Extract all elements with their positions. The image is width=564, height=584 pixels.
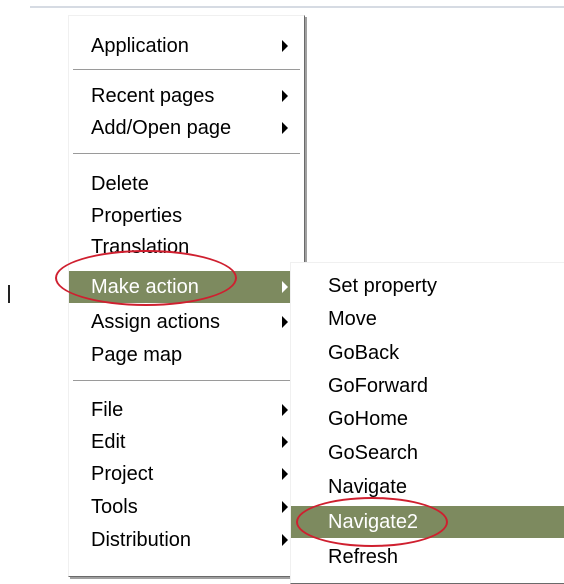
menu-item-label: Add/Open page	[91, 116, 232, 139]
submenu-arrow-icon	[282, 40, 288, 52]
menu-item-file[interactable]: File	[69, 394, 304, 426]
menu-item-label: Page map	[91, 343, 183, 366]
menu-item-tools[interactable]: Tools	[69, 491, 304, 523]
menu-item-label: Set property	[328, 274, 437, 297]
submenu-item-set-property[interactable]: Set property	[291, 270, 564, 302]
submenu-arrow-icon	[282, 316, 288, 328]
menu-item-label: Assign actions	[91, 310, 220, 333]
menu-item-add-open-page[interactable]: Add/Open page	[69, 112, 304, 144]
menu-item-distribution[interactable]: Distribution	[69, 524, 304, 556]
window-top-strip: _	[0, 0, 564, 10]
menu-item-label: Properties	[91, 204, 183, 227]
menu-item-label: Refresh	[328, 545, 399, 568]
menu-item-label: Application	[91, 34, 189, 57]
menu-item-edit[interactable]: Edit	[69, 426, 304, 458]
menu-item-label: Translation	[91, 235, 190, 258]
submenu-item-goback[interactable]: GoBack	[291, 337, 564, 369]
submenu-arrow-icon	[282, 436, 288, 448]
make-action-submenu: Set property Move GoBack GoForward GoHom…	[290, 262, 564, 584]
top-rule	[30, 6, 564, 8]
menu-item-translation[interactable]: Translation	[69, 231, 304, 263]
submenu-arrow-icon	[282, 534, 288, 546]
menu-item-assign-actions[interactable]: Assign actions	[69, 306, 304, 338]
menu-item-recent-pages[interactable]: Recent pages	[69, 80, 304, 112]
submenu-item-gosearch[interactable]: GoSearch	[291, 437, 564, 469]
menu-item-label: GoForward	[328, 374, 429, 397]
menu-item-label: Project	[91, 462, 154, 485]
menu-separator	[73, 153, 300, 155]
submenu-arrow-icon	[282, 90, 288, 102]
menu-item-label: Edit	[91, 430, 126, 453]
submenu-arrow-icon	[282, 468, 288, 480]
menu-item-label: Make action	[91, 275, 199, 298]
menu-item-label: Recent pages	[91, 84, 215, 107]
menu-item-label: GoHome	[328, 407, 409, 430]
menu-item-label: GoBack	[328, 341, 400, 364]
menu-item-label: Move	[328, 307, 377, 330]
submenu-arrow-icon	[282, 501, 288, 513]
top-text-fragment: _	[200, 0, 211, 10]
menu-item-delete[interactable]: Delete	[69, 168, 304, 200]
menu-item-label: Delete	[91, 172, 149, 195]
submenu-item-navigate[interactable]: Navigate	[291, 471, 564, 503]
menu-separator	[73, 69, 300, 71]
menu-item-label: Navigate	[328, 475, 407, 498]
menu-item-application[interactable]: Application	[69, 30, 304, 62]
submenu-arrow-icon	[282, 404, 288, 416]
menu-item-page-map[interactable]: Page map	[69, 339, 304, 371]
menu-separator	[73, 380, 300, 382]
menu-item-label: File	[91, 398, 124, 421]
menu-item-properties[interactable]: Properties	[69, 200, 304, 232]
submenu-item-goforward[interactable]: GoForward	[291, 370, 564, 402]
text-caret-mark	[8, 285, 10, 303]
menu-item-label: Distribution	[91, 528, 192, 551]
submenu-item-navigate2[interactable]: Navigate2	[291, 506, 564, 538]
submenu-item-refresh[interactable]: Refresh	[291, 541, 564, 573]
context-menu: Application Recent pages Add/Open page D…	[68, 15, 305, 577]
menu-item-label: Navigate2	[328, 510, 419, 533]
submenu-arrow-icon	[282, 281, 288, 293]
menu-item-label: GoSearch	[328, 441, 419, 464]
menu-item-label: Tools	[91, 495, 138, 518]
menu-item-make-action[interactable]: Make action	[69, 271, 304, 303]
submenu-item-move[interactable]: Move	[291, 303, 564, 335]
menu-item-project[interactable]: Project	[69, 458, 304, 490]
submenu-item-gohome[interactable]: GoHome	[291, 403, 564, 435]
submenu-arrow-icon	[282, 122, 288, 134]
